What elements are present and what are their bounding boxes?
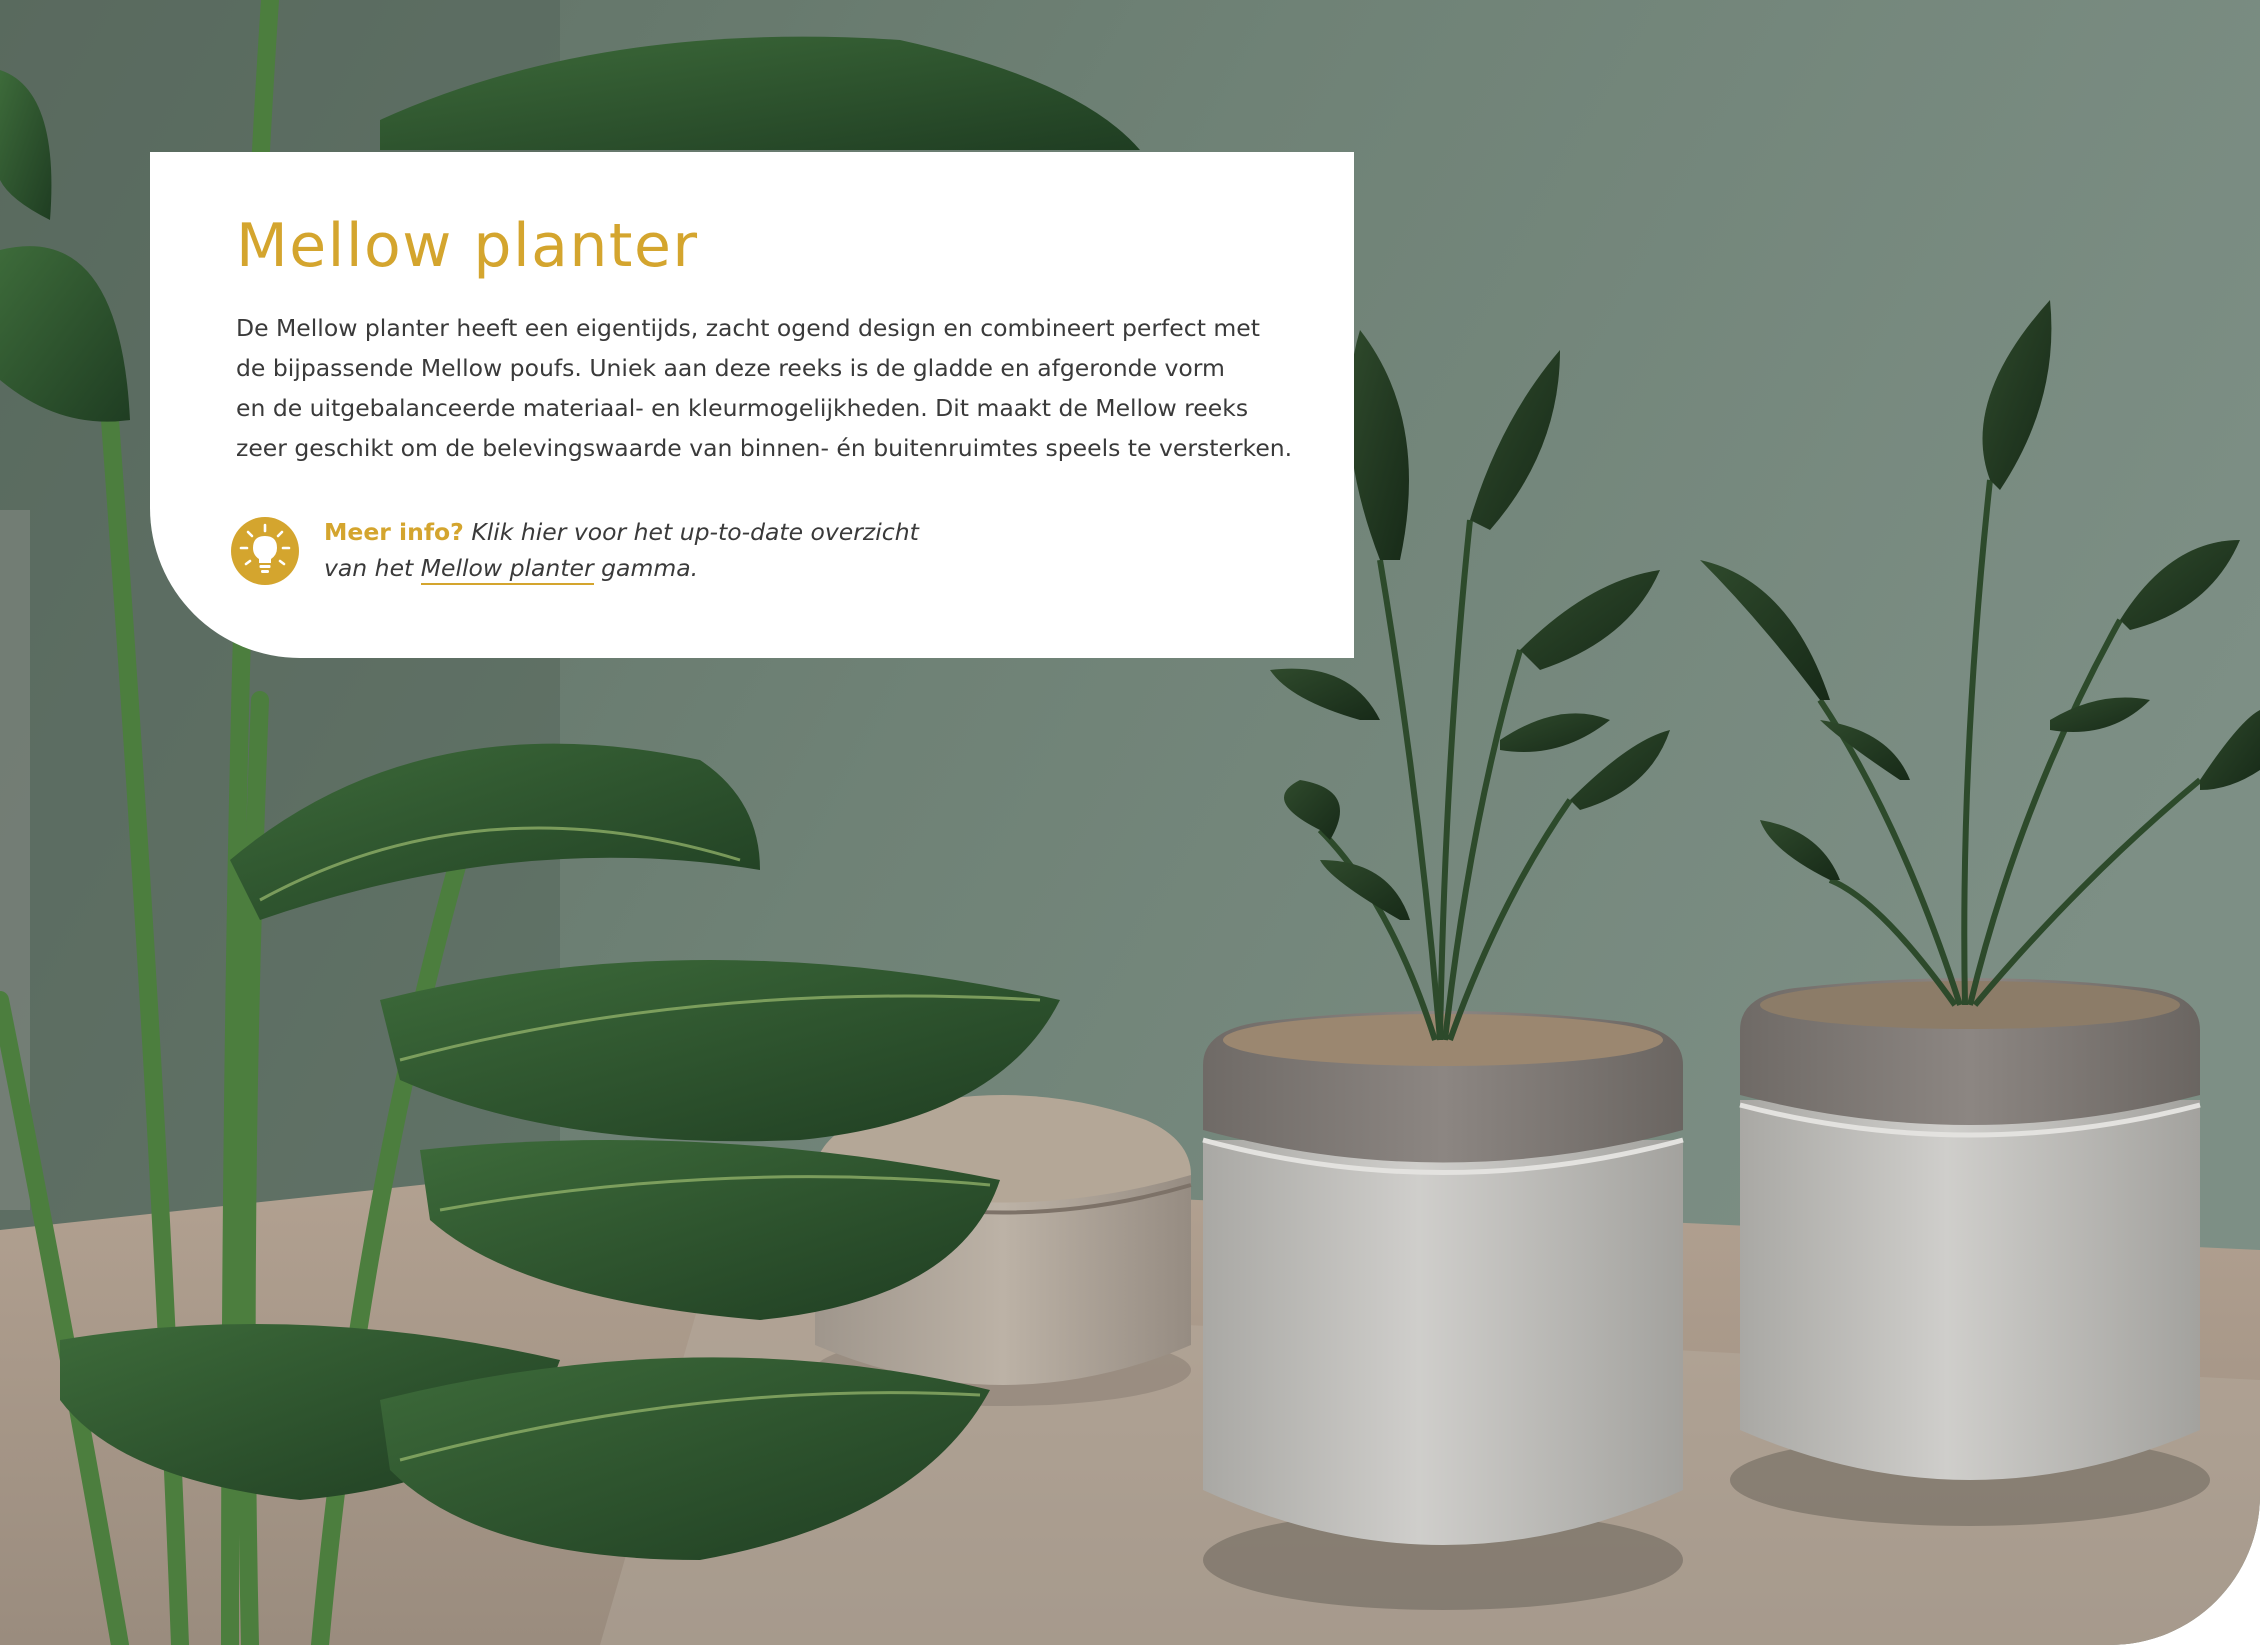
description-line: zeer geschikt om de belevingswaarde van … — [236, 434, 1293, 462]
lightbulb-icon — [231, 517, 299, 585]
description-line: en de uitgebalanceerde materiaal- en kle… — [236, 394, 1249, 422]
description-paragraph: De Mellow planter heeft een eigentijds, … — [236, 308, 1293, 468]
more-info-prefix: van het — [324, 554, 421, 582]
more-info-callout: Meer info? Klik hier voor het up-to-date… — [231, 514, 1264, 604]
more-info-text: Meer info? Klik hier voor het up-to-date… — [324, 514, 919, 586]
more-info-line-2: van het Mellow planter gamma. — [324, 550, 919, 586]
page-title: Mellow planter — [236, 211, 699, 281]
info-card: Mellow planter De Mellow planter heeft e… — [150, 152, 1354, 658]
more-info-lead: Meer info? — [324, 518, 464, 546]
description-line: de bijpassende Mellow poufs. Uniek aan d… — [236, 354, 1225, 382]
description-line: De Mellow planter heeft een eigentijds, … — [236, 314, 1260, 342]
brochure-page: Mellow planter De Mellow planter heeft e… — [0, 0, 2260, 1645]
mellow-planter-link[interactable]: Mellow planter — [420, 554, 594, 585]
more-info-line-1: Meer info? Klik hier voor het up-to-date… — [324, 514, 919, 550]
more-info-sentence: Klik hier voor het up-to-date overzicht — [471, 518, 919, 546]
more-info-suffix: gamma. — [593, 554, 699, 582]
